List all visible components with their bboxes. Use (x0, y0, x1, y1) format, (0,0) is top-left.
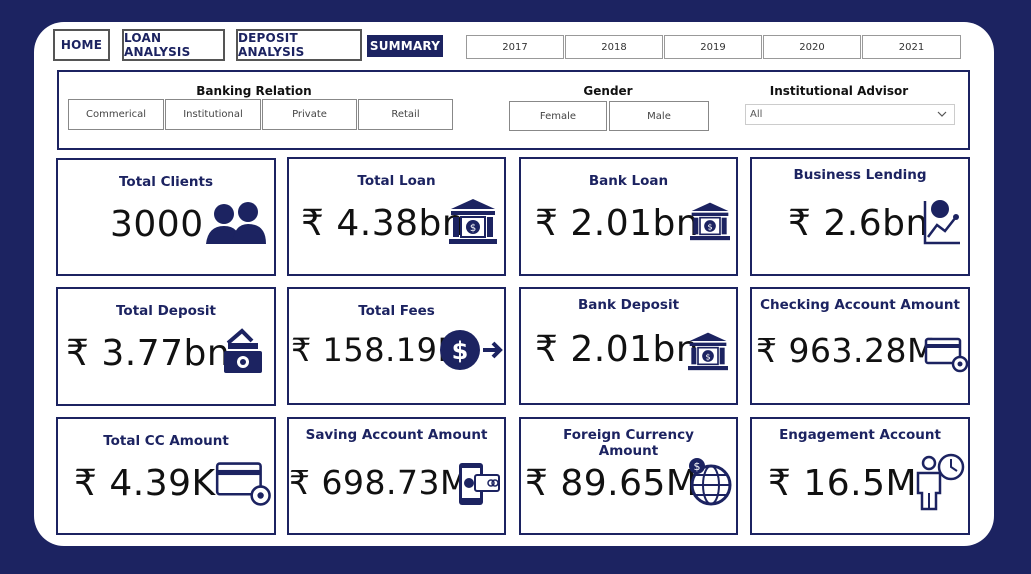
year-2017-button[interactable]: 2017 (466, 35, 564, 59)
kpi-value: ₹ 16.5M (768, 463, 918, 504)
kpi-business-lending: Business Lending ₹ 2.6bn (750, 157, 970, 276)
person-clock-icon (916, 453, 965, 511)
loan-analysis-button[interactable]: LOAN ANALYSIS (122, 29, 225, 61)
kpi-value: 3000 (110, 204, 204, 245)
svg-text:$: $ (705, 351, 710, 361)
bank-icon: $ (690, 202, 730, 241)
kpi-value: ₹ 963.28M (756, 331, 936, 370)
kpi-value: ₹ 2.01bn (535, 203, 700, 244)
home-button[interactable]: HOME (53, 29, 110, 61)
dollar-transfer-icon: $ (440, 330, 503, 370)
kpi-total-cc-amount: Total CC Amount ₹ 4.39K (56, 417, 276, 535)
kpi-value: ₹ 2.6bn (788, 203, 929, 244)
deposit-analysis-button[interactable]: DEPOSIT ANALYSIS (236, 29, 362, 61)
year-2021-button[interactable]: 2021 (862, 35, 961, 59)
kpi-value: ₹ 3.77bn (66, 333, 231, 374)
svg-text:$: $ (694, 460, 701, 473)
kpi-total-deposit: Total Deposit ₹ 3.77bn (56, 287, 276, 406)
institutional-advisor-title: Institutional Advisor (769, 84, 909, 98)
banking-relation-private[interactable]: Private (262, 99, 357, 130)
kpi-value: ₹ 4.39K (74, 463, 216, 504)
kpi-title: Foreign Currency Amount (563, 427, 694, 459)
year-2020-button[interactable]: 2020 (763, 35, 861, 59)
cash-deposit-icon (224, 328, 262, 373)
bank-icon: $ (688, 332, 728, 371)
kpi-title: Bank Loan (588, 173, 669, 189)
kpi-title: Total Clients (119, 174, 213, 190)
kpi-total-fees: Total Fees ₹ 158.19M $ (287, 287, 506, 405)
banking-relation-title: Banking Relation (196, 84, 312, 98)
year-2019-button[interactable]: 2019 (664, 35, 762, 59)
institutional-advisor-dropdown[interactable]: All (745, 104, 955, 125)
svg-text:$: $ (470, 223, 476, 234)
card-settings-icon (924, 337, 969, 373)
kpi-checking-account-amount: Checking Account Amount ₹ 963.28M (750, 287, 970, 405)
kpi-title: Business Lending (793, 167, 927, 183)
institutional-advisor-value: All (750, 109, 763, 120)
card-settings-icon (215, 462, 271, 506)
kpi-value: ₹ 2.01bn (535, 329, 700, 370)
chevron-down-icon (937, 111, 947, 117)
banking-relation-institutional[interactable]: Institutional (165, 99, 261, 130)
kpi-value: ₹ 89.65M (525, 463, 698, 504)
gender-female[interactable]: Female (509, 101, 607, 131)
kpi-total-loan: Total Loan ₹ 4.38bn $ (287, 157, 506, 276)
bank-icon: $ (449, 199, 497, 244)
kpi-engagement-account: Engagement Account ₹ 16.5M (750, 417, 970, 535)
gender-title: Gender (583, 84, 633, 98)
kpi-bank-loan: Bank Loan ₹ 2.01bn $ (519, 157, 738, 276)
kpi-title: Total Loan (357, 173, 436, 189)
chart-growth-icon (923, 200, 960, 245)
kpi-title: Engagement Account (779, 427, 941, 443)
svg-text:$: $ (452, 337, 469, 365)
kpi-bank-deposit: Bank Deposit ₹ 2.01bn $ (519, 287, 738, 405)
kpi-title: Bank Deposit (577, 297, 680, 313)
kpi-title: Total Deposit (116, 303, 216, 319)
banking-relation-retail[interactable]: Retail (358, 99, 453, 130)
year-2018-button[interactable]: 2018 (565, 35, 663, 59)
mobile-payment-icon (459, 463, 500, 505)
kpi-value: ₹ 4.38bn (301, 203, 466, 244)
kpi-value: ₹ 698.73M (289, 463, 469, 502)
kpi-title: Saving Account Amount (305, 427, 488, 443)
kpi-foreign-currency-amount: Foreign Currency Amount ₹ 89.65M $ (519, 417, 738, 535)
kpi-title: Checking Account Amount (760, 297, 960, 313)
kpi-title: Total Fees (358, 303, 435, 319)
banking-relation-commercial[interactable]: Commerical (68, 99, 164, 130)
kpi-saving-account-amount: Saving Account Amount ₹ 698.73M (287, 417, 506, 535)
clients-icon (206, 202, 266, 244)
svg-text:$: $ (707, 221, 712, 231)
kpi-total-clients: Total Clients 3000 (56, 158, 276, 276)
globe-dollar-icon: $ (689, 458, 732, 506)
gender-male[interactable]: Male (609, 101, 709, 131)
kpi-title: Total CC Amount (103, 433, 229, 449)
summary-button[interactable]: SUMMARY (367, 35, 443, 57)
